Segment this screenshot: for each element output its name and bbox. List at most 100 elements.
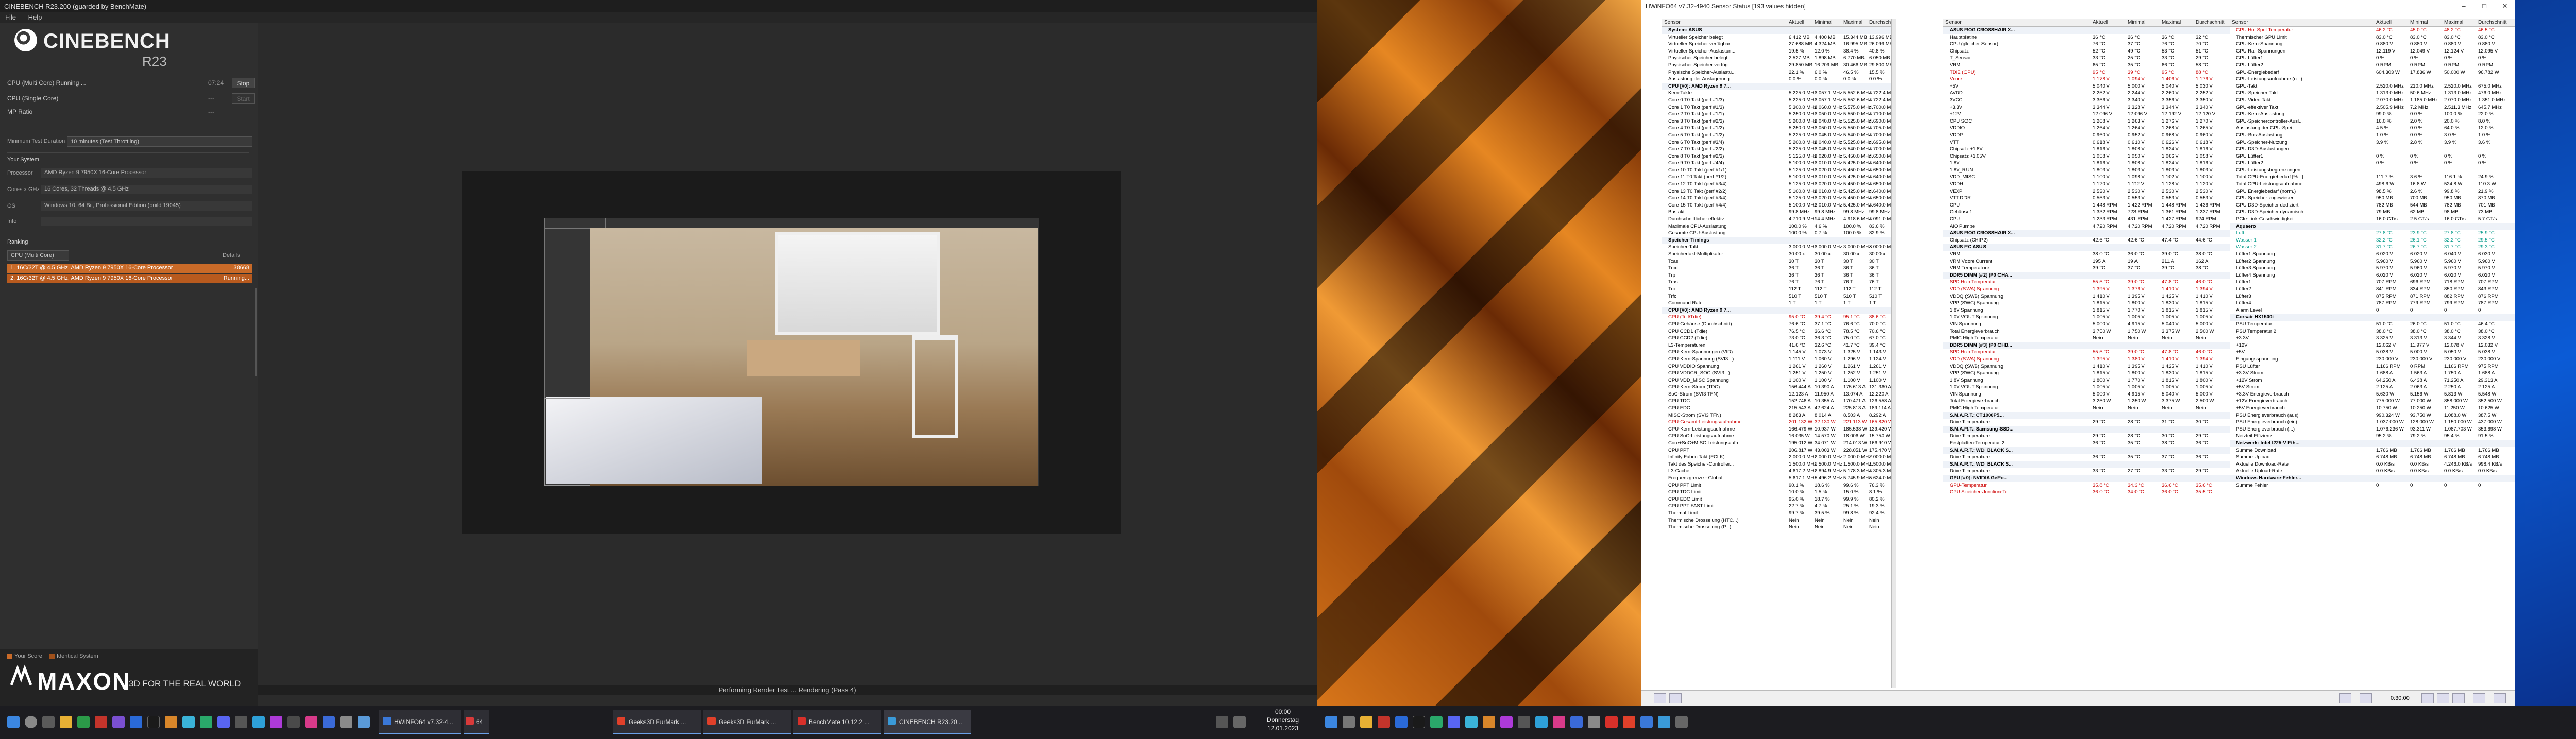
sensor-row[interactable]: Thermische Drosselung (HTC...) Nein Nein Ne… (1662, 517, 1891, 524)
sensor-row[interactable]: Thermischer GPU Limit 83.0 °C 83.0 °C 83.0 … (2230, 34, 2515, 41)
sensor-group-row[interactable]: ASUS ROG CROSSHAIR X... (1943, 230, 2231, 237)
ranking-select[interactable]: CPU (Multi Core) (7, 250, 69, 261)
sensor-group-row[interactable]: ASUS ROG CROSSHAIR X... (1943, 27, 2231, 34)
sensor-row[interactable]: Speichertakt-Multiplikator 30.00 x 30.00 x… (1662, 251, 1891, 258)
sensor-row[interactable]: Core 15 T0 Takt (perf #4/4) 5.100.0 MHz 3.… (1662, 202, 1891, 209)
min-duration-select[interactable]: 10 minutes (Test Throttling) (67, 136, 252, 147)
sensor-row[interactable]: GPU-Takt 2.520.0 MHz 210.0 MHz 2.520.0 MHz 6… (2230, 83, 2515, 90)
sensor-row[interactable]: Wasser 1 32.2 °C 26.1 °C 32.2 °C 29.5 °C (2230, 237, 2515, 244)
sensor-row[interactable]: PSU Energieverbrauch (ein) 1.037.000 W 128… (2230, 419, 2515, 426)
sensor-row[interactable]: PSU Energieverbrauch (aus) 990.324 W 93.75… (2230, 412, 2515, 419)
task-view-icon[interactable] (42, 716, 55, 728)
sensor-row[interactable]: Total GPU-Leistungsaufnahme 498.6 W 16.8 W… (2230, 181, 2515, 188)
taskbar-task[interactable]: 64 (464, 710, 489, 734)
sensor-row[interactable]: Durchschnittlicher effektiv... 4.710.9 MH… (1662, 216, 1891, 223)
settings-icon[interactable] (2360, 693, 2372, 703)
sensor-row[interactable]: Total Energieverbrauch 3.250 W 1.250 W 3.37… (1943, 398, 2231, 405)
app-icon[interactable] (1395, 716, 1408, 728)
sensor-row[interactable]: CPU SOC 1.268 V 1.263 V 1.276 V 1.270 V (1943, 118, 2231, 125)
app-icon[interactable] (1500, 716, 1513, 728)
sensor-group-row[interactable]: Aquaero (2230, 222, 2515, 230)
sensor-row[interactable]: Wasser 2 31.7 °C 26.7 °C 31.7 °C 29.3 °C (2230, 244, 2515, 251)
sensor-row[interactable]: Luft 27.8 °C 23.9 °C 27.8 °C 25.9 °C (2230, 230, 2515, 237)
sensor-row[interactable]: Core 0 T0 Takt (perf #1/3) 5.225.0 MHz 3.0… (1662, 97, 1891, 104)
sensor-row[interactable]: SoC-Strom (SVI3 TFN) 12.123 A 11.950 A 13.0… (1662, 391, 1891, 398)
sensor-row[interactable]: GPU-Kern-Auslastung 99.0 % 0.0 % 100.0 % 22.… (2230, 111, 2515, 118)
sensor-row[interactable]: CPU (Tctl/Tdie) 95.0 °C 39.4 °C 95.1 °C 88.6… (1662, 314, 1891, 321)
sensor-row[interactable]: GPU-Leistungsaufnahme (n...) (2230, 76, 2515, 83)
sensor-group-row[interactable]: DDR5 DIMM [#2] (P0 CHA... (1943, 271, 2231, 279)
sensor-group-row[interactable]: S.M.A.R.T.: Samsung SSD... (1943, 425, 2231, 433)
app-icon[interactable] (200, 716, 212, 728)
app-icon[interactable] (1658, 716, 1670, 728)
column-header[interactable]: Minimal (2410, 20, 2428, 25)
start-button[interactable]: Start (232, 93, 255, 104)
tray-icon[interactable] (1233, 716, 1246, 728)
discord-icon[interactable] (217, 716, 230, 728)
sensor-row[interactable]: +3.3V Strom 1.688 A 1.563 A 1.750 A 1.688 A (2230, 370, 2515, 377)
sensor-row[interactable]: +5V 5.040 V 5.000 V 5.040 V 5.030 V (1943, 83, 2231, 90)
taskbar-task[interactable]: HWiNFO64 v7.32-4... (379, 710, 461, 734)
sensor-row[interactable]: CPU PPT 206.817 W 43.003 W 228.051 W 175.470… (1662, 447, 1891, 454)
sensor-row[interactable]: Lüfter1 Spannung 6.020 V 6.020 V 6.040 V 6.0… (2230, 251, 2515, 258)
sensor-row[interactable]: Chipsatz +1.05V 1.058 V 1.050 V 1.066 V 1.05… (1943, 153, 2231, 160)
nav-back-icon[interactable] (1654, 693, 1666, 703)
steam-icon[interactable] (147, 716, 160, 728)
column-header[interactable]: Aktuell (1789, 20, 1804, 25)
taskbar-task[interactable]: CINEBENCH R23.20... (884, 710, 971, 734)
sensor-row[interactable]: GPU Energiebedarf (norm.) 98.5 % 2.6 % 99.8… (2230, 188, 2515, 195)
sensor-row[interactable]: Summe Download 1.766 MB 1.766 MB 1.766 MB 1.… (2230, 447, 2515, 454)
sensor-row[interactable]: Summe Upload 6.748 MB 6.748 MB 6.748 MB 6.74… (2230, 454, 2515, 461)
column-header[interactable]: Sensor (2232, 20, 2248, 25)
sensor-row[interactable]: Infinity Fabric Takt (FCLK) 2.000.0 MHz 2.… (1662, 454, 1891, 461)
column-header[interactable]: Sensor (1664, 20, 1681, 25)
sensor-group-row[interactable]: CPU [#0]: AMD Ryzen 9 7... (1662, 82, 1891, 90)
sensor-row[interactable]: CPU-Kern-Strom (TDC) 156.444 A 10.390 A 175… (1662, 384, 1891, 391)
sensor-row[interactable]: Lüfter4 787 RPM 779 RPM 799 RPM 787 RPM (2230, 300, 2515, 307)
app-icon[interactable] (1378, 716, 1390, 728)
sensor-group-row[interactable]: DDR5 DIMM [#3] (P0 CHB... (1943, 341, 2231, 349)
sensor-row[interactable]: GPU-Temperatur 35.8 °C 34.3 °C 36.6 °C 35.6 … (1943, 482, 2231, 489)
ranking-row[interactable]: 1. 16C/32T @ 4.5 GHz, AMD Ryzen 9 7950X … (7, 264, 252, 273)
sensor-row[interactable]: PMIC High Temperatur Nein Nein Nein Nein (1943, 335, 2231, 342)
sensor-row[interactable]: Drive Temperature 29 °C 28 °C 31 °C 30 °C (1943, 419, 2231, 426)
app-icon[interactable] (340, 716, 352, 728)
taskbar-task[interactable]: Geeks3D FurMark ... (703, 710, 791, 734)
sensor-row[interactable]: VPP (SWC) Spannung 1.815 V 1.800 V 1.830 V 1… (1943, 370, 2231, 377)
sensor-row[interactable]: +12V Strom 64.250 A 6.438 A 71.250 A 29.313 … (2230, 377, 2515, 384)
sensor-row[interactable]: Drive Temperature 36 °C 35 °C 37 °C 36 °C (1943, 454, 2231, 461)
sensor-row[interactable]: Chipsatz (CHIP2) 42.6 °C 42.6 °C 47.4 °C 44.… (1943, 237, 2231, 244)
sensor-row[interactable]: SPD Hub Temperatur 55.5 °C 39.0 °C 47.8 °C 4… (1943, 349, 2231, 356)
info-field[interactable] (41, 217, 252, 226)
sensor-row[interactable]: GPU-Leistungsbegrenzungen (2230, 167, 2515, 174)
sensor-row[interactable]: Chipsatz 52 °C 49 °C 53 °C 51 °C (1943, 48, 2231, 55)
sensor-row[interactable]: Kern-Takte 5.225.0 MHz 3.057.1 MHz 5.552.6 … (1662, 90, 1891, 97)
app-icon[interactable] (1675, 716, 1688, 728)
reset-icon[interactable] (2452, 693, 2465, 703)
sensor-row[interactable]: VRM 65 °C 35 °C 66 °C 58 °C (1943, 62, 2231, 69)
sensor-row[interactable]: 1.8V Spannung 1.815 V 1.770 V 1.815 V 1.815 … (1943, 307, 2231, 314)
sensor-pane-1[interactable]: SensorAktuellMinimalMaximalDurchschnittS… (1662, 19, 1892, 688)
sensor-row[interactable]: Takt des Speicher-Controller... 1.500.0 M… (1662, 461, 1891, 468)
sensor-row[interactable]: GPU-Speichercontroller-Ausl... 16.0 % 2.0 … (2230, 118, 2515, 125)
sensor-row[interactable]: Core 2 T0 Takt (perf #1/1) 5.250.0 MHz 3.0… (1662, 111, 1891, 118)
sensor-row[interactable]: AVDD 2.252 V 2.244 V 2.260 V 2.252 V (1943, 90, 2231, 97)
sensor-row[interactable]: PSU Lüfter 1.166 RPM 0 RPM 1.166 RPM 975 RPM (2230, 363, 2515, 370)
minimize-icon[interactable]: – (2453, 0, 2474, 12)
sensor-row[interactable]: Lüfter2 841 RPM 834 RPM 850 RPM 843 RPM (2230, 286, 2515, 293)
sensor-row[interactable]: VIN Spannung 5.000 V 4.915 V 5.040 V 5.000 V (1943, 391, 2231, 398)
sensor-row[interactable]: CPU CCD1 (Tdie) 76.5 °C 36.6 °C 78.5 °C 70.6… (1662, 328, 1891, 335)
start-icon[interactable] (1325, 716, 1337, 728)
sensor-row[interactable]: Core 12 T0 Takt (perf #3/4) 5.125.0 MHz 3.… (1662, 181, 1891, 188)
sensor-row[interactable]: Physische Speicher-Auslastu... 22.1 % 6.0 … (1662, 69, 1891, 76)
sensor-row[interactable]: VDDH 1.120 V 1.112 V 1.128 V 1.120 V (1943, 181, 2231, 188)
search-icon[interactable] (25, 716, 37, 728)
sensor-row[interactable]: Total GPU-Energiebedarf [%...] 111.7 % 3.6… (2230, 174, 2515, 181)
app-icon[interactable] (305, 716, 317, 728)
sensor-row[interactable]: VDDIO 1.264 V 1.264 V 1.268 V 1.265 V (1943, 125, 2231, 132)
app-icon[interactable] (112, 716, 125, 728)
sensor-row[interactable]: +3.3V 3.344 V 3.328 V 3.344 V 3.340 V (1943, 104, 2231, 111)
network-icon[interactable] (2339, 693, 2351, 703)
sensor-row[interactable]: PMIC High Temperatur Nein Nein Nein Nein (1943, 405, 2231, 412)
app-icon[interactable] (358, 716, 370, 728)
